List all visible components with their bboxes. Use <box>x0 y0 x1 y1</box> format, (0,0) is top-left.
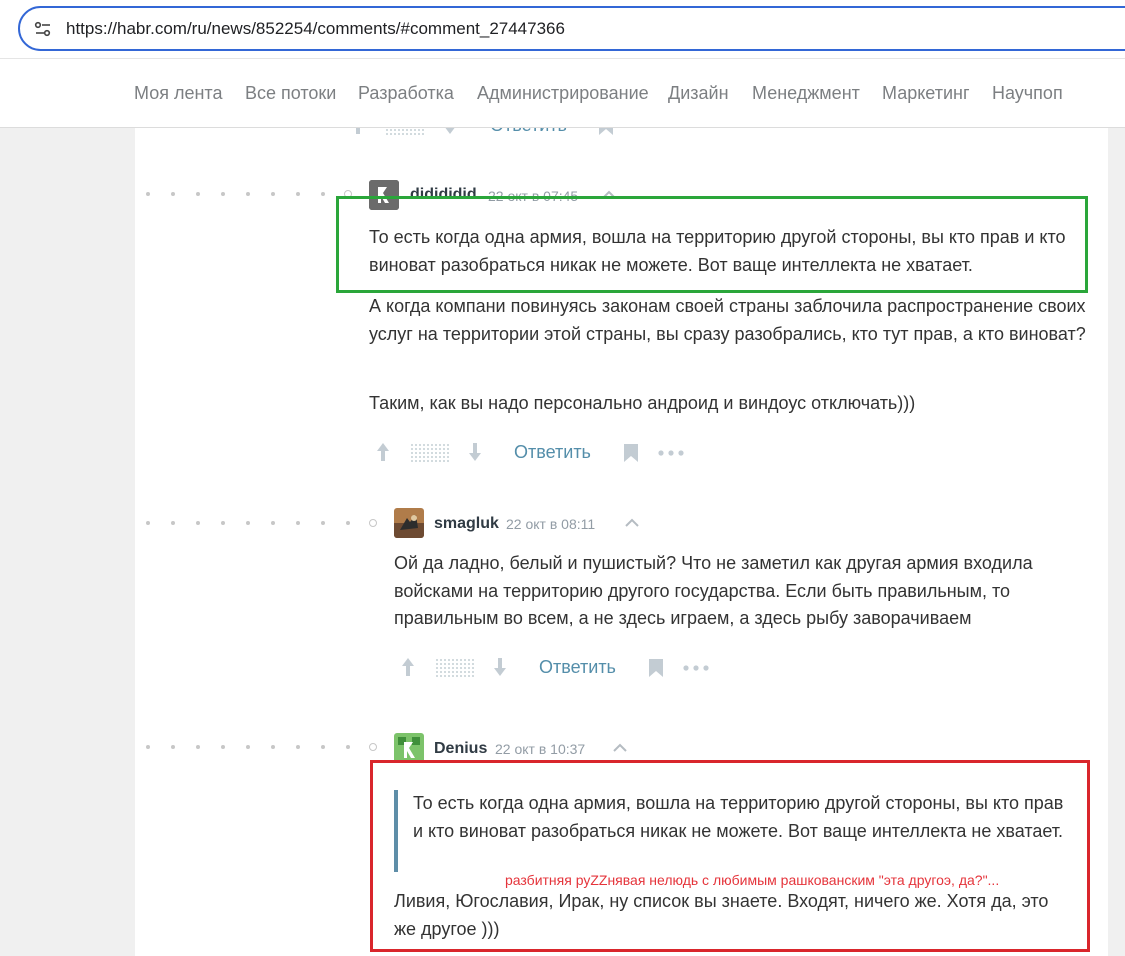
downvote-icon[interactable] <box>442 128 458 136</box>
downvote-icon[interactable] <box>467 441 483 463</box>
upvote-icon[interactable] <box>375 441 391 463</box>
previous-comment-actions: Ответить <box>350 128 650 136</box>
comment-author[interactable]: smagluk <box>434 515 499 533</box>
score-placeholder <box>410 443 450 463</box>
score-placeholder <box>435 658 475 678</box>
thread-line <box>146 190 356 198</box>
reply-link[interactable]: Ответить <box>490 128 567 136</box>
nav-item-popsci[interactable]: Научпоп <box>992 83 1063 104</box>
thread-line <box>146 743 381 751</box>
bookmark-icon[interactable] <box>598 128 614 136</box>
nav-item-design[interactable]: Дизайн <box>668 83 729 104</box>
reply-link[interactable]: Ответить <box>514 442 591 463</box>
comment-actions: Ответить <box>375 441 695 467</box>
nav-item-development[interactable]: Разработка <box>358 83 454 104</box>
nav-item-management[interactable]: Менеджмент <box>752 83 860 104</box>
more-icon[interactable] <box>658 450 684 456</box>
bookmark-icon[interactable] <box>648 658 664 678</box>
chevron-up-icon[interactable] <box>625 518 639 528</box>
chevron-up-icon[interactable] <box>613 743 627 753</box>
downvote-icon[interactable] <box>492 656 508 678</box>
comment-time[interactable]: 22 окт в 08:11 <box>506 516 595 532</box>
highlight-box-green <box>336 196 1088 293</box>
avatar[interactable] <box>394 733 424 763</box>
annotation-text: разбитняя руZZнявая нелюдь с любимым раш… <box>505 872 1000 888</box>
nav-item-my-feed[interactable]: Моя лента <box>134 83 222 104</box>
more-icon[interactable] <box>683 665 709 671</box>
avatar[interactable] <box>394 508 424 538</box>
comment-author[interactable]: Denius <box>434 740 487 758</box>
thread-line <box>146 519 381 527</box>
address-url[interactable]: https://habr.com/ru/news/852254/comments… <box>66 19 565 39</box>
highlight-box-red <box>370 760 1090 952</box>
comment-text: А когда компани повинуясь законам своей … <box>369 296 1086 344</box>
nav-item-all-streams[interactable]: Все потоки <box>245 83 336 104</box>
bookmark-icon[interactable] <box>623 443 639 463</box>
comment-text: Ой да ладно, белый и пушистый? Что не за… <box>394 553 1033 628</box>
browser-toolbar: https://habr.com/ru/news/852254/comments… <box>0 0 1125 58</box>
nav-item-marketing[interactable]: Маркетинг <box>882 83 970 104</box>
comment-time[interactable]: 22 окт в 10:37 <box>495 741 585 757</box>
score-placeholder <box>385 128 425 136</box>
tune-icon[interactable] <box>34 20 52 38</box>
comment-actions: Ответить <box>400 656 720 682</box>
site-nav: Моя лента Все потоки Разработка Админист… <box>0 58 1125 128</box>
upvote-icon[interactable] <box>350 128 366 136</box>
upvote-icon[interactable] <box>400 656 416 678</box>
reply-link[interactable]: Ответить <box>539 657 616 678</box>
address-bar[interactable]: https://habr.com/ru/news/852254/comments… <box>18 6 1125 51</box>
nav-item-administration[interactable]: Администрирование <box>477 83 649 104</box>
comment-text: Таким, как вы надо персонально андроид и… <box>369 393 916 413</box>
